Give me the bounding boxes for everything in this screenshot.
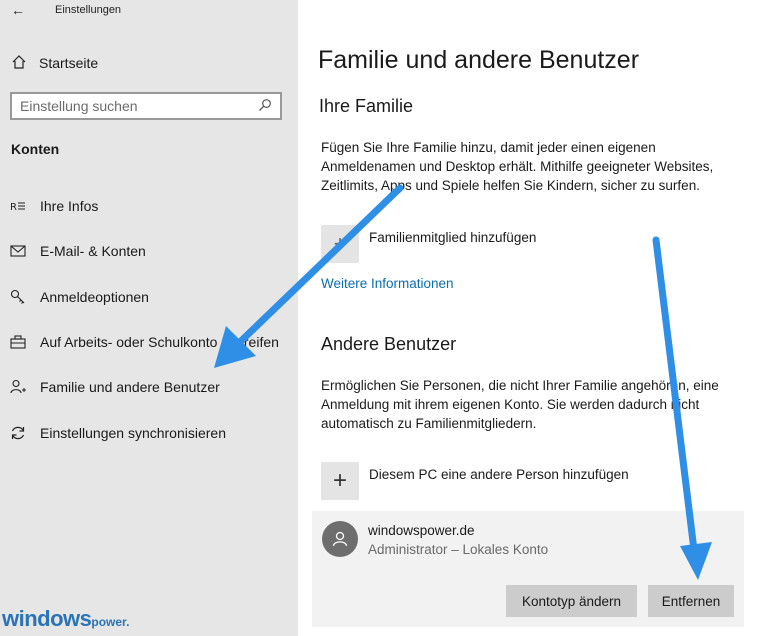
sidebar-home-link[interactable]: Startseite (11, 52, 98, 74)
add-other-tile: + (321, 462, 359, 500)
windowspower-watermark-logo: windowspower. (2, 606, 129, 632)
sidebar-item-label: Ihre Infos (40, 198, 99, 214)
sidebar-item-label: Anmeldeoptionen (40, 289, 149, 305)
search-input[interactable] (20, 98, 258, 114)
add-family-tile: + (321, 225, 359, 263)
briefcase-icon (10, 335, 26, 349)
other-users-heading: Andere Benutzer (321, 334, 457, 354)
person-card-icon: R (10, 199, 26, 213)
other-users-description-line: automatisch zu Familienmitgliedern. (321, 416, 537, 431)
watermark-brand: windows (2, 606, 92, 631)
person-icon (332, 531, 348, 547)
other-users-description: Ermöglichen Sie Personen, die nicht Ihre… (321, 376, 741, 433)
other-users-description-line: Ermöglichen Sie Personen, die nicht Ihre… (321, 378, 719, 393)
sidebar-home-label: Startseite (39, 55, 99, 71)
add-other-person-button[interactable]: + Diesem PC eine andere Person hinzufüge… (321, 462, 629, 500)
sidebar-item-arbeitskonto[interactable]: Auf Arbeits- oder Schulkonto zugreifen (10, 330, 279, 354)
sidebar-item-ihre-infos[interactable]: R Ihre Infos (10, 194, 98, 218)
account-name: windowspower.de (368, 523, 475, 538)
page-title: Familie und andere Benutzer (318, 46, 640, 74)
avatar (322, 521, 358, 557)
family-description-line: Anmeldenamen und Desktop erhält. Mithilf… (321, 159, 714, 174)
window-title: Einstellungen (55, 4, 122, 16)
main-content: Familie und andere Benutzer Ihre Familie… (298, 0, 768, 636)
sync-icon (10, 425, 26, 441)
account-type: Administrator – Lokales Konto (368, 542, 549, 557)
family-heading: Ihre Familie (319, 96, 414, 116)
sidebar-item-label: Auf Arbeits- oder Schulkonto zugreifen (40, 334, 279, 350)
sidebar-item-label: Einstellungen synchronisieren (40, 425, 226, 441)
remove-button[interactable]: Entfernen (648, 585, 734, 617)
person-add-icon (10, 379, 26, 395)
sidebar-item-sync[interactable]: Einstellungen synchronisieren (10, 421, 226, 445)
plus-icon: + (333, 231, 347, 256)
search-icon[interactable] (258, 98, 272, 115)
sidebar-item-label: E-Mail- & Konten (40, 243, 146, 259)
sidebar-item-label: Familie und andere Benutzer (40, 379, 220, 395)
sidebar-item-familie[interactable]: Familie und andere Benutzer (10, 375, 220, 399)
add-other-label: Diesem PC eine andere Person hinzufügen (369, 466, 629, 482)
mail-icon (10, 245, 26, 257)
sidebar-item-email-konten[interactable]: E-Mail- & Konten (10, 239, 146, 263)
add-family-label: Familienmitglied hinzufügen (369, 229, 537, 245)
family-description-line: Zeitlimits, Apps und Spiele helfen Sie K… (321, 178, 700, 193)
account-card[interactable]: windowspower.de Administrator – Lokales … (312, 511, 744, 627)
watermark-suffix: power. (91, 615, 130, 629)
sidebar-item-anmeldeoptionen[interactable]: Anmeldeoptionen (10, 285, 149, 309)
plus-icon: + (332, 467, 347, 494)
add-family-member-button[interactable]: + Familienmitglied hinzufügen (321, 225, 536, 263)
change-account-type-button[interactable]: Kontotyp ändern (506, 585, 637, 617)
key-icon (10, 289, 26, 305)
back-arrow-icon[interactable]: ← (11, 2, 25, 18)
other-users-description-line: Anmeldung mit ihrem eigenen Konto. Sie w… (321, 397, 700, 412)
home-icon (11, 54, 27, 73)
svg-text:R: R (10, 202, 17, 213)
search-box[interactable] (10, 92, 282, 120)
sidebar-section-title: Konten (11, 141, 60, 157)
sidebar: ← Einstellungen Startseite Konten R Ihre… (0, 0, 298, 636)
more-info-link[interactable]: Weitere Informationen (321, 276, 454, 291)
family-description-line: Fügen Sie Ihre Familie hinzu, damit jede… (321, 140, 656, 155)
family-description: Fügen Sie Ihre Familie hinzu, damit jede… (321, 138, 741, 195)
